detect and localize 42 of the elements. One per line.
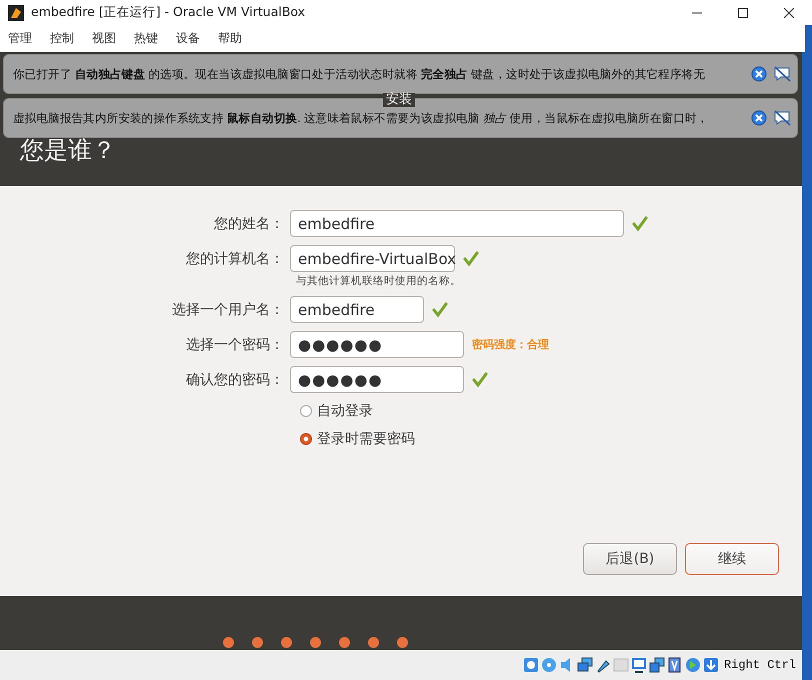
down-arrow-icon[interactable] bbox=[702, 657, 719, 673]
menu-item[interactable]: 帮助 bbox=[213, 30, 247, 47]
close-icon[interactable] bbox=[751, 110, 767, 126]
window-title: embedfire [正在运行] - Oracle VM VirtualBox bbox=[31, 4, 306, 21]
back-button[interactable]: 后退(B) bbox=[583, 543, 677, 575]
windows-icon[interactable] bbox=[648, 657, 665, 673]
field-label: 选择一个用户名： bbox=[171, 300, 285, 318]
installer-title: 安装 bbox=[383, 93, 415, 107]
display-icon[interactable] bbox=[630, 657, 647, 673]
password-strength-text: 密码强度：合理 bbox=[472, 337, 549, 352]
radio-label[interactable]: 自动登录 bbox=[317, 402, 373, 420]
optical-disc-icon[interactable] bbox=[540, 657, 557, 673]
menu-item[interactable]: 热键 bbox=[129, 30, 163, 47]
maximize-icon[interactable] bbox=[738, 8, 748, 18]
text-field[interactable]: embedfire bbox=[290, 210, 624, 237]
notification-message: 虚拟电脑报告其内所安装的操作系统支持 鼠标自动切换. 这意味着鼠标不需要为该虚拟电脑 独占 使用，当鼠标在虚拟电脑所在窗口时， bbox=[13, 110, 710, 126]
text-field[interactable]: embedfire-VirtualBox bbox=[290, 245, 455, 272]
radio-button[interactable] bbox=[300, 405, 312, 417]
menu-item[interactable]: 视图 bbox=[87, 30, 121, 47]
field-label: 您的计算机名： bbox=[185, 250, 285, 268]
field-label: 确认您的密码： bbox=[185, 370, 285, 388]
close-icon[interactable] bbox=[751, 66, 767, 82]
field-label: 选择一个密码： bbox=[185, 336, 285, 354]
notification-message: 你已打开了 自动独占键盘 的选项。现在当该虚拟电脑窗口处于活动状态时就将 完全独占 键盘，这时处于该虚拟电脑外的其它程序将无 bbox=[13, 66, 706, 82]
app-logo-icon bbox=[8, 4, 24, 20]
menu-item[interactable]: 控制 bbox=[45, 30, 79, 47]
field-hint: 与其他计算机联络时使用的名称。 bbox=[296, 274, 462, 289]
text-field[interactable]: embedfire bbox=[290, 296, 424, 323]
muted-speech-bubble-icon[interactable] bbox=[773, 110, 791, 126]
host-key-label: Right Ctrl bbox=[724, 658, 796, 672]
radio-label[interactable]: 登录时需要密码 bbox=[317, 430, 415, 448]
menu-item[interactable]: 管理 bbox=[3, 30, 37, 47]
radio-button[interactable] bbox=[300, 433, 312, 445]
page-heading: 您是谁？ bbox=[20, 135, 117, 166]
muted-speech-bubble-icon[interactable] bbox=[773, 66, 791, 82]
continue-button[interactable]: 继续 bbox=[685, 543, 779, 575]
field-label: 您的姓名： bbox=[213, 214, 285, 232]
menu-item[interactable]: 设备 bbox=[171, 30, 205, 47]
password-field[interactable]: ●●●●●● bbox=[290, 366, 464, 393]
network-icon[interactable] bbox=[576, 657, 593, 673]
close-icon[interactable] bbox=[784, 8, 794, 18]
password-field[interactable]: ●●●●●● bbox=[290, 331, 464, 358]
